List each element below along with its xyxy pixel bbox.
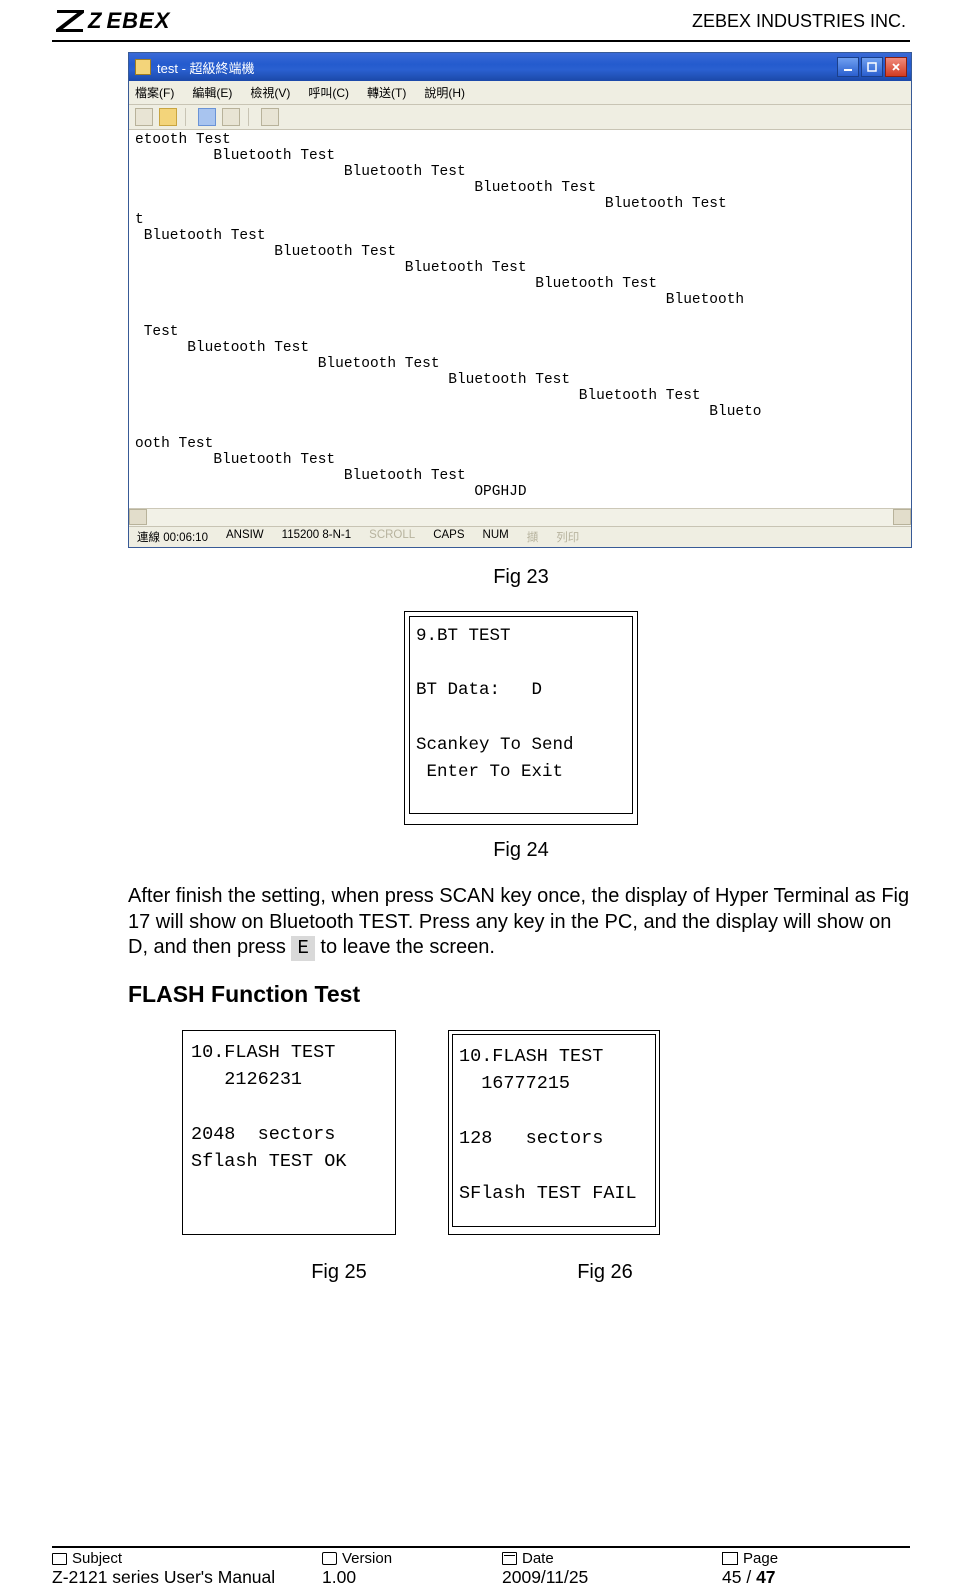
folder-icon — [52, 1553, 67, 1565]
menu-edit[interactable]: 編輯(E) — [192, 84, 232, 101]
footer-label-date: Date — [522, 1550, 554, 1567]
brand-ebex: EBEX — [106, 8, 170, 34]
maximize-button[interactable] — [861, 57, 883, 77]
terminal-output: etooth Test Bluetooth Test Bluetooth Tes… — [129, 130, 911, 508]
toolbar-prop-icon[interactable] — [261, 108, 279, 126]
footer-label-subject: Subject — [72, 1550, 122, 1567]
instruction-paragraph: After finish the setting, when press SCA… — [128, 884, 914, 961]
fig26-caption: Fig 26 — [498, 1261, 712, 1284]
toolbar-call-icon[interactable] — [198, 108, 216, 126]
key-e: E — [291, 936, 314, 960]
window-menubar: 檔案(F) 編輯(E) 檢視(V) 呼叫(C) 轉送(T) 說明(H) — [129, 81, 911, 105]
brand-z: Z — [88, 8, 102, 34]
disk-icon — [322, 1552, 337, 1565]
fig25-caption: Fig 25 — [232, 1261, 446, 1284]
logo-icon — [56, 10, 84, 32]
window-statusbar: 連線 00:06:10 ANSIW 115200 8-N-1 SCROLL CA… — [129, 526, 911, 547]
fig26-lcd-text: 10.FLASH TEST 16777215 128 sectors SFlas… — [452, 1034, 656, 1227]
menu-transfer[interactable]: 轉送(T) — [367, 84, 406, 101]
menu-call[interactable]: 呼叫(C) — [308, 84, 349, 101]
status-print: 列印 — [556, 529, 579, 545]
brand-logo: ZEBEX — [56, 8, 170, 34]
fig25-lcd: 10.FLASH TEST 2126231 2048 sectors Sflas… — [182, 1030, 396, 1235]
status-cap: 擷 — [527, 529, 539, 545]
fig24-lcd-text: 9.BT TEST BT Data: D Scankey To Send Ent… — [409, 616, 633, 814]
page-footer: Subject Z-2121 series User's Manual Vers… — [52, 1546, 910, 1588]
footer-version: 1.00 — [322, 1567, 502, 1588]
company-name: ZEBEX INDUSTRIES INC. — [692, 11, 906, 32]
toolbar-disconnect-icon[interactable] — [222, 108, 240, 126]
footer-label-page: Page — [743, 1550, 778, 1567]
minimize-button[interactable] — [837, 57, 859, 77]
menu-view[interactable]: 檢視(V) — [250, 84, 290, 101]
book-icon — [722, 1552, 738, 1565]
menu-help[interactable]: 說明(H) — [424, 84, 465, 101]
flash-lcd-row: 10.FLASH TEST 2126231 2048 sectors Sflas… — [128, 1030, 914, 1235]
toolbar-sep — [185, 108, 190, 126]
footer-subject: Z-2121 series User's Manual — [52, 1567, 322, 1588]
footer-date: 2009/11/25 — [502, 1567, 722, 1588]
para-text-2: to leave the screen. — [315, 936, 495, 958]
status-caps: CAPS — [433, 529, 464, 545]
page-header: ZEBEX ZEBEX INDUSTRIES INC. — [52, 0, 910, 42]
para-text-1: After finish the setting, when press SCA… — [128, 885, 909, 958]
fig24-lcd: 9.BT TEST BT Data: D Scankey To Send Ent… — [404, 611, 638, 825]
toolbar-open-icon[interactable] — [159, 108, 177, 126]
status-scroll: SCROLL — [369, 529, 415, 545]
fig23-caption: Fig 23 — [128, 566, 914, 589]
close-button[interactable] — [885, 57, 907, 77]
toolbar-sep — [248, 108, 253, 126]
flash-caption-row: Fig 25 Fig 26 — [128, 1261, 914, 1284]
window-title: test - 超級終端機 — [157, 58, 255, 77]
status-emul: ANSIW — [226, 529, 264, 545]
window-titlebar: test - 超級終端機 — [129, 53, 911, 81]
window-toolbar — [129, 105, 911, 130]
footer-label-version: Version — [342, 1550, 392, 1567]
status-time: 連線 00:06:10 — [137, 529, 208, 545]
scroll-right-icon[interactable] — [893, 509, 911, 525]
app-icon — [135, 59, 151, 75]
fig24-caption: Fig 24 — [128, 839, 914, 862]
footer-page: 45 / 47 — [722, 1567, 778, 1588]
scroll-left-icon[interactable] — [129, 509, 147, 525]
menu-file[interactable]: 檔案(F) — [135, 84, 174, 101]
fig26-lcd: 10.FLASH TEST 16777215 128 sectors SFlas… — [448, 1030, 660, 1235]
toolbar-new-icon[interactable] — [135, 108, 153, 126]
status-port: 115200 8-N-1 — [282, 529, 351, 545]
section-heading: FLASH Function Test — [128, 981, 914, 1008]
horizontal-scrollbar[interactable] — [129, 508, 911, 526]
hyperterminal-window: test - 超級終端機 檔案(F) 編輯(E) 檢視(V) 呼叫(C) 轉送(… — [128, 52, 912, 548]
status-num: NUM — [483, 529, 509, 545]
calendar-icon — [502, 1552, 517, 1565]
